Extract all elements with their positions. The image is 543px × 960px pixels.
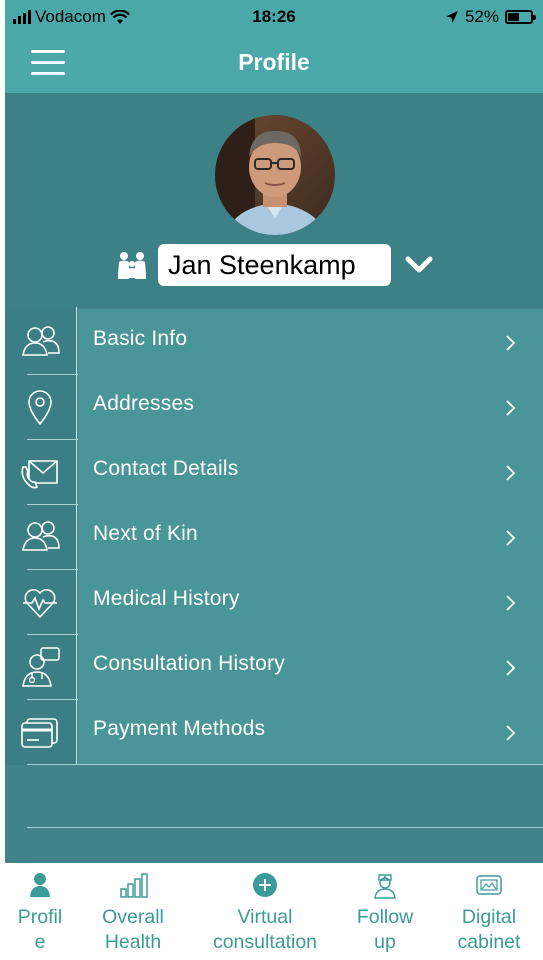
status-right: 52% — [445, 7, 536, 27]
chevron-right-icon — [506, 335, 516, 351]
chevron-right-icon — [506, 595, 516, 611]
credit-card-icon — [21, 718, 58, 748]
chevron-right-icon — [506, 725, 516, 741]
list-divider — [27, 827, 543, 828]
nurse-icon — [374, 874, 396, 899]
menu-item-contact-details[interactable]: Contact Details — [5, 439, 543, 504]
avatar[interactable] — [215, 115, 335, 235]
tab-overall-health[interactable]: Overall Health — [87, 863, 179, 960]
envelope-phone-icon — [21, 460, 58, 489]
top-bar: Vodacom 18:26 52% Profile — [5, 0, 543, 93]
bar-chart-icon — [120, 873, 148, 898]
people-icon — [22, 326, 60, 356]
menu-item-label: Contact Details — [93, 457, 239, 480]
battery-percent: 52% — [464, 7, 499, 26]
battery-icon — [505, 10, 536, 24]
doctor-icon — [22, 647, 60, 687]
menu-item-basic-info[interactable]: Basic Info — [5, 309, 543, 374]
status-bar: Vodacom 18:26 52% — [5, 0, 543, 36]
person-icon — [30, 873, 50, 897]
heart-pulse-icon — [23, 589, 57, 619]
profile-selector: Jan Steenkamp — [115, 243, 433, 287]
tab-virtual-consultation[interactable]: Virtual consultation — [197, 863, 333, 960]
menu-item-next-of-kin[interactable]: Next of Kin — [5, 504, 543, 569]
chevron-right-icon — [506, 660, 516, 676]
menu-item-addresses[interactable]: Addresses — [5, 374, 543, 439]
menu-item-label: Addresses — [93, 392, 195, 415]
location-pin-icon — [28, 390, 52, 426]
tab-digital-cabinet[interactable]: Digital cabinet — [441, 863, 537, 960]
bottom-tab-bar: Profil e Overall Health Virtual consulta… — [5, 863, 543, 960]
menu-item-medical-history[interactable]: Medical History — [5, 569, 543, 634]
chevron-down-icon[interactable] — [405, 255, 433, 275]
chevron-right-icon — [506, 530, 516, 546]
profile-name-field[interactable]: Jan Steenkamp — [158, 244, 391, 286]
profile-menu-list: Basic Info Addresses Contact Details Nex… — [5, 307, 543, 863]
menu-item-payment-methods[interactable]: Payment Methods — [5, 699, 543, 764]
menu-item-label: Consultation History — [93, 652, 285, 675]
plus-circle-icon — [253, 873, 277, 897]
menu-item-label: Basic Info — [93, 327, 188, 350]
location-arrow-icon — [445, 11, 458, 23]
people-icon — [22, 521, 60, 551]
menu-item-label: Medical History — [93, 587, 240, 610]
family-icon — [118, 252, 146, 279]
menu-item-label: Payment Methods — [93, 717, 266, 740]
chevron-right-icon — [506, 465, 516, 481]
chevron-right-icon — [506, 400, 516, 416]
menu-item-label: Next of Kin — [93, 522, 198, 545]
profile-header: Jan Steenkamp — [5, 93, 543, 307]
app-screen: Vodacom 18:26 52% Profile Jan Steenkamp … — [5, 0, 543, 960]
page-title: Profile — [238, 49, 310, 75]
tab-follow-up[interactable]: Follow up — [345, 863, 425, 960]
tab-profile[interactable]: Profil e — [5, 863, 75, 960]
image-folder-icon — [476, 875, 502, 895]
menu-item-consultation-history[interactable]: Consultation History — [5, 634, 543, 699]
